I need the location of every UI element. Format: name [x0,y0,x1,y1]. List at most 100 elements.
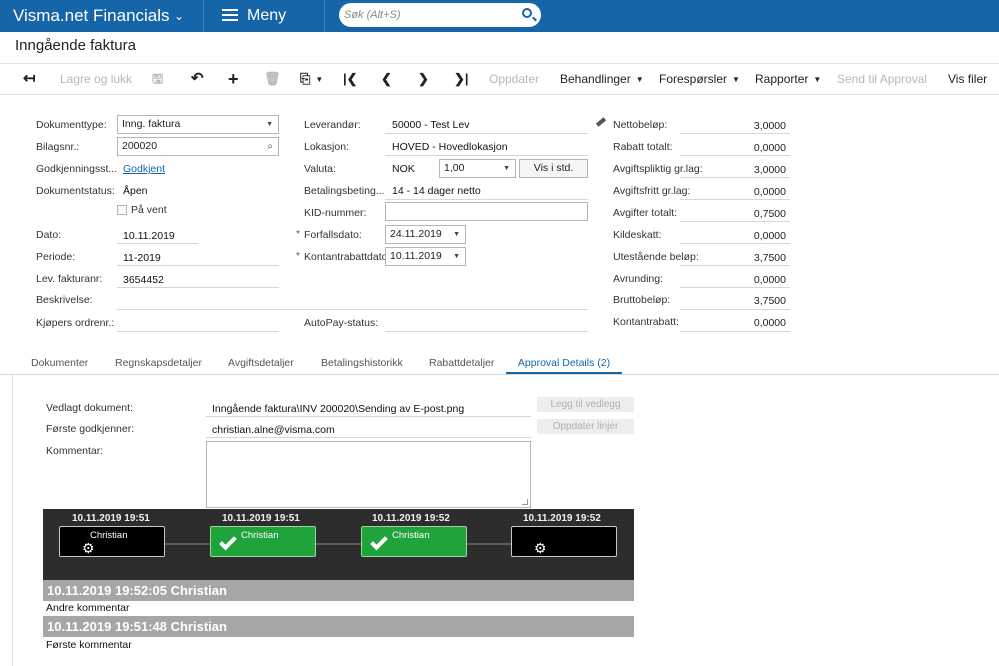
date-label: Dato: [36,229,62,241]
comment-textarea[interactable] [206,441,531,508]
send-approval-button[interactable]: Send til Approval [837,64,927,94]
first-record-icon[interactable]: |❮ [343,64,358,94]
previous-record-icon[interactable]: ❮ [381,64,392,94]
cash-disc-date-label: Kontantrabattdato: [304,251,391,263]
approval-status-link[interactable]: Godkjent [123,163,165,175]
currency-value[interactable]: NOK [392,163,415,175]
tab-discount[interactable]: Rabattdetaljer [429,354,494,374]
date-value[interactable]: 10.11.2019 [123,230,175,242]
menu-button[interactable]: Meny [205,0,325,32]
update-lines-button[interactable]: Oppdater linjer [537,419,634,434]
total-value: 0,0000 [753,186,786,198]
vendor-ref-value[interactable]: 3654452 [123,274,164,286]
vendor-ref-underline [117,287,279,288]
app-switcher[interactable]: Visma.net Financials ⌄ [0,0,204,32]
terms-underline [385,199,588,200]
add-icon[interactable]: + [228,64,239,94]
total-underline [680,309,790,310]
ref-number-field[interactable]: 200020 ⌕ [117,137,279,156]
location-value[interactable]: HOVED - Hovedlokasjon [392,141,508,153]
comment-label: Kommentar: [46,445,104,457]
doc-type-select[interactable]: Inng. faktura ▼ [117,115,279,134]
vendor-value[interactable]: 50000 - Test Lev [392,119,469,131]
checkmark-icon [219,532,237,551]
due-date-picker[interactable]: 24.11.2019 ▼ [385,225,466,244]
first-approver-value[interactable]: christian.alne@visma.com [212,424,335,436]
step-name: Christian [241,530,279,541]
back-icon[interactable]: ↤ [23,64,36,94]
dropdown-arrow-icon: ▼ [503,165,510,172]
inquiries-label: Forespørsler [659,72,728,86]
total-underline [680,177,790,178]
step-name: Christian [90,530,128,541]
total-label: Rabatt totalt: [613,141,673,153]
last-record-icon[interactable]: ❯| [454,64,469,94]
delete-icon[interactable]: 🗑 [264,64,281,94]
reports-menu[interactable]: Rapporter ▼ [755,64,821,94]
edit-pencil-icon[interactable] [595,117,607,127]
resize-grip-icon[interactable] [522,499,528,505]
search-icon[interactable] [522,8,532,18]
view-base-button[interactable]: Vis i std. [519,159,588,178]
cash-disc-date-picker[interactable]: 10.11.2019 ▼ [385,247,466,266]
total-value: 0,0000 [753,317,786,329]
step-time: 10.11.2019 19:52 [523,513,601,524]
actions-menu[interactable]: Behandlinger ▼ [560,64,644,94]
description-field[interactable] [117,309,588,310]
comment-header: 10.11.2019 19:51:48 Christian [43,616,634,637]
terms-value[interactable]: 14 - 14 dager netto [392,185,481,197]
attached-doc-label: Vedlagt dokument: [46,402,133,414]
on-hold-checkbox[interactable] [117,205,127,215]
rate-select[interactable]: 1,00 ▼ [439,159,516,178]
cash-disc-date-value: 10.11.2019 [390,250,442,262]
comment-text: Andre kommentar [46,602,130,614]
add-attachment-button[interactable]: Legg til vedlegg [537,397,634,412]
kid-input[interactable] [385,202,588,221]
total-label: Kildeskatt: [613,229,662,241]
doc-status-value: Åpen [123,185,148,197]
hamburger-icon [222,9,238,21]
attached-doc-value[interactable]: Inngående faktura\INV 200020\Sending av … [212,403,464,415]
vendor-underline [385,133,588,134]
flow-step-approved[interactable]: Christian [361,526,467,557]
flow-step-pending[interactable]: ⚙ Christian [59,526,165,557]
tab-accounting[interactable]: Regnskapsdetaljer [115,354,202,374]
flow-step-pending[interactable]: ⚙ [511,526,617,557]
doc-type-value: Inng. faktura [122,118,181,130]
chevron-down-icon: ⌄ [174,9,185,23]
checkmark-icon [370,532,388,551]
step-time: 10.11.2019 19:51 [222,513,300,524]
period-value[interactable]: 11-2019 [123,252,161,264]
tab-documents[interactable]: Dokumenter [31,354,88,374]
next-record-icon[interactable]: ❯ [418,64,429,94]
autopay-underline [385,331,588,332]
inquiries-menu[interactable]: Forespørsler ▼ [659,64,740,94]
tab-bar: Dokumenter Regnskapsdetaljer Avgiftsdeta… [0,354,999,375]
kid-label: KID-nummer: [304,207,367,219]
actions-label: Behandlinger [560,72,631,86]
search-icon[interactable]: ⌕ [267,138,273,155]
update-button[interactable]: Oppdater [489,64,539,94]
save-icon[interactable]: 🖫 [152,64,163,94]
total-label: Avrunding: [613,273,664,285]
copy-paste-icon[interactable]: ⎘ ▼ [300,64,323,94]
comment-text: Første kommentar [46,639,132,651]
show-files-button[interactable]: Vis filer [948,64,987,94]
rate-value: 1,00 [444,162,465,174]
search-input[interactable]: Søk (Alt+S) [339,3,541,27]
total-underline [680,199,790,200]
ref-label: Bilagsnr.: [36,141,80,153]
total-underline [680,155,790,156]
menu-label: Meny [247,7,287,24]
app-name: Visma.net Financials [13,6,170,25]
tab-tax[interactable]: Avgiftsdetaljer [228,354,294,374]
save-close-button[interactable]: Lagre og lukk [60,64,132,94]
buyer-order-field[interactable] [117,331,279,332]
search-placeholder: Søk (Alt+S) [344,9,401,21]
undo-icon[interactable]: ↶ [191,64,204,94]
tab-payment-history[interactable]: Betalingshistorikk [321,354,403,374]
tab-approval-details[interactable]: Approval Details (2) [506,354,622,374]
location-label: Lokasjon: [304,141,349,153]
flow-step-approved[interactable]: Christian [210,526,316,557]
total-underline [680,133,790,134]
